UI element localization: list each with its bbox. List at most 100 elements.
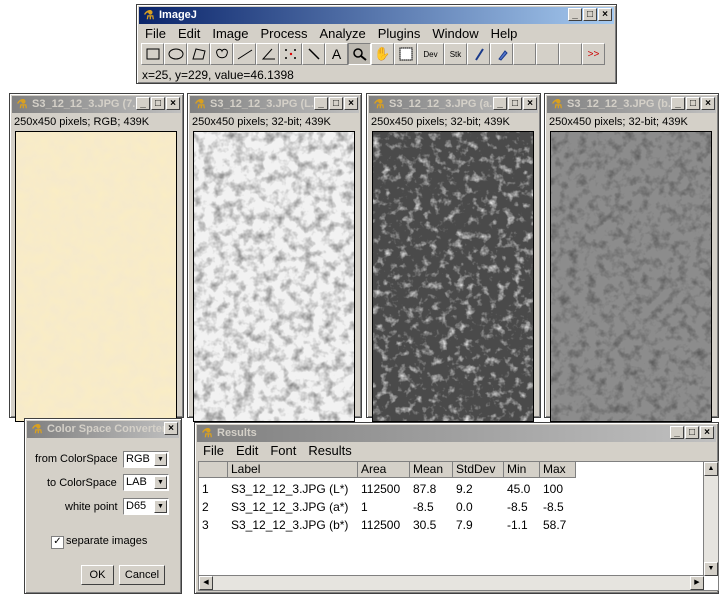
magnifier-tool[interactable] <box>348 43 371 65</box>
col-header-mean[interactable]: Mean <box>410 462 453 478</box>
minimize-button[interactable]: _ <box>493 97 507 110</box>
imagej-microscope-icon: ⚗ <box>143 8 155 22</box>
close-button[interactable]: × <box>164 422 178 435</box>
close-button[interactable]: × <box>344 97 358 110</box>
angle-tool[interactable] <box>256 43 279 65</box>
close-button[interactable]: × <box>701 97 715 110</box>
image-canvas-l[interactable] <box>193 131 355 422</box>
more-tools-button[interactable]: >> <box>582 43 605 65</box>
dropper-icon[interactable] <box>490 43 513 65</box>
image-titlebar[interactable]: ⚗ S3_12_12_3.JPG (7... _ □ × <box>12 96 181 113</box>
freehand-tool[interactable] <box>210 43 233 65</box>
table-row[interactable]: 1 S3_12_12_3.JPG (L*) 112500 87.8 9.2 45… <box>199 480 576 498</box>
color-picker-tool[interactable] <box>394 43 417 65</box>
empty-tool-1[interactable] <box>513 43 536 65</box>
image-titlebar[interactable]: ⚗ S3_12_12_3.JPG (L... _ □ × <box>190 96 359 113</box>
col-header-min[interactable]: Min <box>504 462 540 478</box>
cancel-button[interactable]: Cancel <box>119 565 165 585</box>
col-header-area[interactable]: Area <box>358 462 410 478</box>
empty-tool-3[interactable] <box>559 43 582 65</box>
imagej-menubar: File Edit Image Process Analyze Plugins … <box>139 25 523 43</box>
results-table[interactable]: Label Area Mean StdDev Min Max 1 S3_12_1… <box>198 461 719 591</box>
scroll-down-icon[interactable]: ▼ <box>704 562 718 576</box>
close-button[interactable]: × <box>598 8 612 21</box>
col-header-index[interactable] <box>199 462 228 478</box>
oval-tool[interactable] <box>164 43 187 65</box>
dialog-titlebar[interactable]: ⚗ Color Space Converter ... × <box>27 421 179 438</box>
image-canvas-rgb[interactable] <box>15 131 177 422</box>
from-colorspace-select[interactable]: RGB ▼ <box>123 451 169 468</box>
minimize-button[interactable]: _ <box>670 426 684 439</box>
image-titlebar[interactable]: ⚗ S3_12_12_3.JPG (b... _ □ × <box>547 96 716 113</box>
maximize-button[interactable]: □ <box>686 97 700 110</box>
brush-icon[interactable] <box>467 43 490 65</box>
menu-file[interactable]: File <box>139 25 172 43</box>
color-space-converter-dialog: ⚗ Color Space Converter ... × from Color… <box>24 418 182 594</box>
hand-tool[interactable]: ✋ <box>371 43 394 65</box>
menu-help[interactable]: Help <box>485 25 524 43</box>
results-menu-file[interactable]: File <box>197 442 230 460</box>
row-mean: -8.5 <box>413 500 434 514</box>
menu-edit[interactable]: Edit <box>172 25 206 43</box>
text-tool[interactable]: A <box>325 43 348 65</box>
results-menu-edit[interactable]: Edit <box>230 442 264 460</box>
row-mean: 30.5 <box>413 518 437 532</box>
image-canvas-b[interactable] <box>550 131 712 422</box>
table-row[interactable]: 3 S3_12_12_3.JPG (b*) 112500 30.5 7.9 -1… <box>199 516 576 534</box>
minimize-button[interactable]: _ <box>671 97 685 110</box>
row-index: 1 <box>202 482 209 496</box>
col-header-stddev[interactable]: StdDev <box>453 462 504 478</box>
row-min: -1.1 <box>507 518 528 532</box>
image-titlebar[interactable]: ⚗ S3_12_12_3.JPG (a... _ □ × <box>369 96 538 113</box>
menu-plugins[interactable]: Plugins <box>372 25 427 43</box>
scroll-left-icon[interactable]: ◀ <box>199 576 213 590</box>
microscope-icon: ⚗ <box>16 97 28 111</box>
scroll-up-icon[interactable]: ▲ <box>704 462 718 476</box>
image-info: 250x450 pixels; 32-bit; 439K <box>371 116 510 128</box>
ok-button[interactable]: OK <box>81 565 114 585</box>
empty-tool-2[interactable] <box>536 43 559 65</box>
vertical-scrollbar[interactable]: ▲ ▼ <box>703 462 718 576</box>
col-header-label[interactable]: Label <box>228 462 358 478</box>
white-point-label: white point <box>65 501 118 513</box>
dev-menu-tool[interactable]: Dev <box>417 43 444 65</box>
to-colorspace-select[interactable]: LAB ▼ <box>123 474 169 491</box>
row-max: -8.5 <box>543 500 564 514</box>
col-header-max[interactable]: Max <box>540 462 576 478</box>
point-tool[interactable] <box>279 43 302 65</box>
menu-image[interactable]: Image <box>206 25 254 43</box>
maximize-button[interactable]: □ <box>508 97 522 110</box>
minimize-button[interactable]: _ <box>568 8 582 21</box>
white-point-select[interactable]: D65 ▼ <box>123 498 169 515</box>
image-canvas-a[interactable] <box>372 131 534 422</box>
menu-window[interactable]: Window <box>426 25 484 43</box>
minimize-button[interactable]: _ <box>314 97 328 110</box>
stk-menu-tool[interactable]: Stk <box>444 43 467 65</box>
horizontal-scrollbar[interactable]: ◀ ▶ <box>199 575 704 590</box>
scroll-right-icon[interactable]: ▶ <box>690 576 704 590</box>
results-menu-font[interactable]: Font <box>264 442 302 460</box>
wand-tool[interactable] <box>302 43 325 65</box>
close-button[interactable]: × <box>523 97 537 110</box>
close-button[interactable]: × <box>166 97 180 110</box>
maximize-button[interactable]: □ <box>329 97 343 110</box>
maximize-button[interactable]: □ <box>685 426 699 439</box>
line-tool[interactable] <box>233 43 256 65</box>
results-menu-results[interactable]: Results <box>302 442 357 460</box>
imagej-titlebar[interactable]: ⚗ ImageJ _ □ × <box>139 7 614 24</box>
menu-analyze[interactable]: Analyze <box>313 25 371 43</box>
chevron-down-icon: ▼ <box>154 453 167 466</box>
image-title: S3_12_12_3.JPG (L... <box>210 98 321 110</box>
polygon-tool[interactable] <box>187 43 210 65</box>
row-area: 1 <box>361 500 368 514</box>
maximize-button[interactable]: □ <box>151 97 165 110</box>
minimize-button[interactable]: _ <box>136 97 150 110</box>
maximize-button[interactable]: □ <box>583 8 597 21</box>
rectangle-tool[interactable] <box>141 43 164 65</box>
image-info: 250x450 pixels; 32-bit; 439K <box>549 116 688 128</box>
table-row[interactable]: 2 S3_12_12_3.JPG (a*) 1 -8.5 0.0 -8.5 -8… <box>199 498 576 516</box>
separate-images-checkbox[interactable]: ✓ <box>51 536 64 549</box>
menu-process[interactable]: Process <box>255 25 314 43</box>
close-button[interactable]: × <box>700 426 714 439</box>
results-titlebar[interactable]: ⚗ Results _ □ × <box>197 425 716 442</box>
